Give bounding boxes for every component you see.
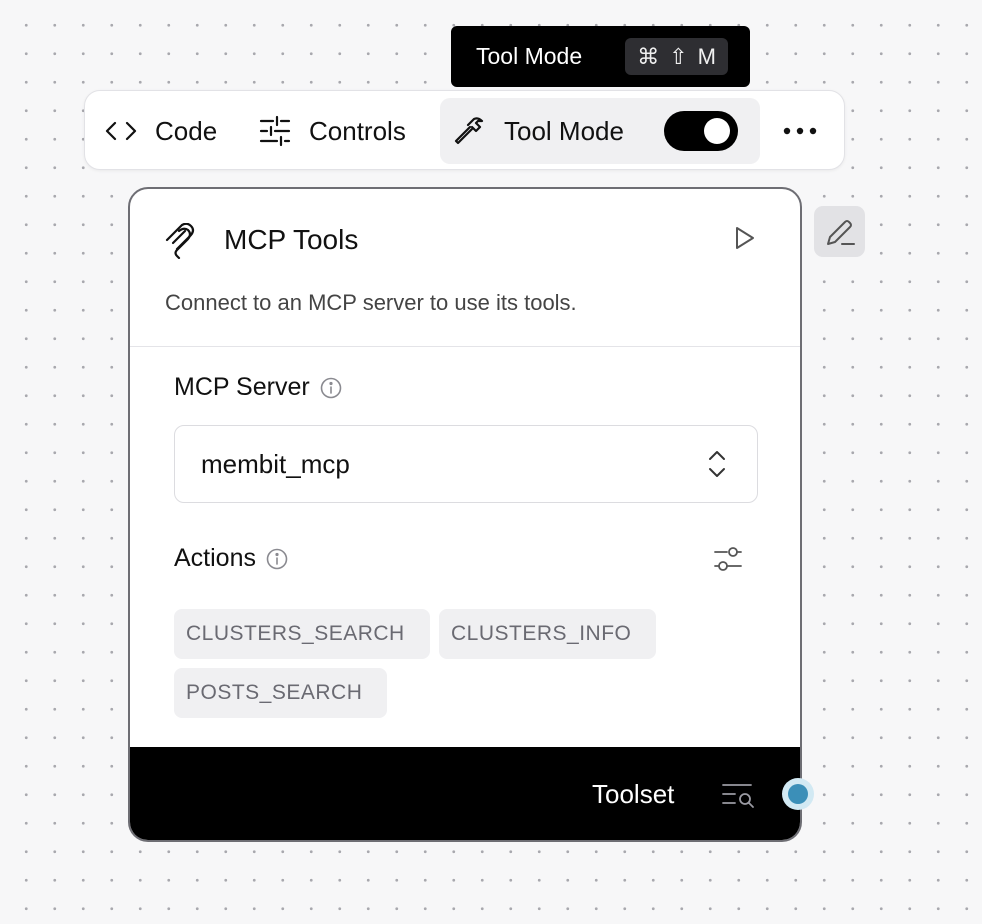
mcp-server-select[interactable]: membit_mcp <box>174 425 758 503</box>
toggle-knob <box>704 118 730 144</box>
chevrons-up-down-icon <box>709 451 725 477</box>
tool-mode-tooltip: Tool Mode ⌘ ⇧ M <box>451 26 750 87</box>
mcp-server-value: membit_mcp <box>201 448 350 479</box>
node-toolbar: Code Controls Tool Mode <box>84 90 845 170</box>
action-chip[interactable]: POSTS_SEARCH <box>174 668 387 718</box>
pencil-icon <box>826 219 855 245</box>
shortcut-key: M <box>697 43 716 69</box>
node-header: MCP Tools Connect to an MCP server to us… <box>130 189 800 347</box>
info-icon[interactable] <box>266 548 288 570</box>
hammer-icon <box>454 117 484 145</box>
node-output-footer: Toolset <box>130 747 800 840</box>
action-chip[interactable]: CLUSTERS_SEARCH <box>174 609 430 659</box>
code-label: Code <box>155 115 218 146</box>
mcp-tools-node[interactable]: MCP Tools Connect to an MCP server to us… <box>128 187 802 842</box>
mcp-server-label: MCP Server <box>174 373 342 402</box>
list-search-icon[interactable] <box>721 781 755 809</box>
actions-label-text: Actions <box>174 544 256 572</box>
controls-button[interactable]: Controls <box>259 91 406 171</box>
mcp-icon <box>165 223 195 259</box>
node-title: MCP Tools <box>224 224 359 255</box>
shortcut-shift: ⇧ <box>669 43 688 69</box>
action-chip[interactable]: CLUSTERS_INFO <box>439 609 656 659</box>
output-handle[interactable] <box>782 778 814 810</box>
tooltip-label: Tool Mode <box>476 43 583 69</box>
code-icon <box>105 121 137 141</box>
edit-button[interactable] <box>814 206 865 257</box>
tool-mode-button[interactable]: Tool Mode <box>440 98 760 164</box>
play-icon[interactable] <box>734 225 756 251</box>
mcp-server-label-text: MCP Server <box>174 373 310 401</box>
sliders-icon <box>259 115 291 147</box>
shortcut-cmd: ⌘ <box>637 43 660 69</box>
shortcut-badge: ⌘ ⇧ M <box>625 38 728 75</box>
node-description: Connect to an MCP server to use its tool… <box>165 290 577 315</box>
filter-settings-icon[interactable] <box>713 544 743 574</box>
actions-label: Actions <box>174 544 288 573</box>
more-horizontal-icon <box>783 127 817 135</box>
output-label: Toolset <box>592 779 675 809</box>
output-handle-dot <box>788 784 808 804</box>
more-options-button[interactable] <box>783 91 817 171</box>
info-icon[interactable] <box>320 377 342 399</box>
tool-mode-label: Tool Mode <box>504 115 624 146</box>
code-button[interactable]: Code <box>105 91 217 171</box>
controls-label: Controls <box>309 115 406 146</box>
tool-mode-toggle[interactable] <box>664 111 738 151</box>
